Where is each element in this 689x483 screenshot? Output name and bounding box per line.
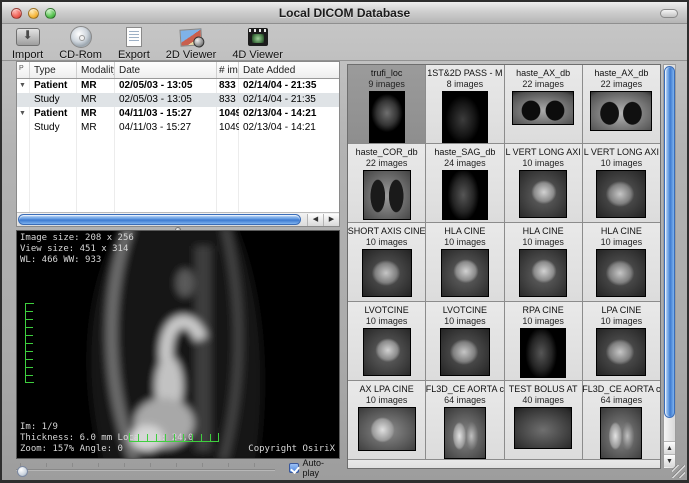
export-icon — [121, 26, 147, 48]
scroll-left-arrow-icon[interactable]: ◀ — [307, 214, 323, 226]
series-vertical-scrollbar[interactable]: ▲ ▼ — [663, 64, 676, 469]
disclosure-triangle-icon[interactable]: ▼ — [17, 107, 30, 121]
series-cell[interactable]: LVOTCINE 10 images — [426, 302, 503, 380]
series-cell[interactable]: haste_AX_db 22 images — [583, 65, 660, 143]
copyright-label: Copyright OsiriX — [248, 444, 335, 455]
toolbar: Import CD-Rom Export 2D Viewer 4D Viewer — [2, 24, 687, 60]
series-thumbnail — [358, 407, 416, 451]
series-cell[interactable]: HLA CINE 10 images — [583, 223, 660, 301]
series-thumbnail — [596, 328, 646, 376]
series-cell[interactable]: AX LPA CINE 10 images — [348, 381, 425, 459]
series-cell[interactable]: TEST BOLUS AT 40 images — [505, 381, 582, 459]
export-button[interactable]: Export — [118, 26, 150, 61]
series-cell[interactable]: haste_AX_db 22 images — [505, 65, 582, 143]
disclosure-triangle-icon[interactable]: ▼ — [17, 79, 30, 93]
table-header[interactable]: P Type Modality Date # im Date Added — [17, 62, 339, 79]
2d-viewer-button[interactable]: 2D Viewer — [166, 26, 217, 61]
series-thumbnail — [444, 407, 486, 459]
toolbar-toggle-pill[interactable] — [660, 9, 678, 18]
local-dicom-database-window: Local DICOM Database Import CD-Rom Expor… — [0, 0, 689, 483]
col-date-added[interactable]: Date Added — [239, 62, 339, 78]
titlebar[interactable]: Local DICOM Database — [2, 2, 687, 24]
slider-ticks — [20, 463, 271, 467]
series-thumbnail — [519, 249, 567, 297]
cdrom-button[interactable]: CD-Rom — [59, 26, 102, 61]
col-im[interactable]: # im — [217, 62, 239, 78]
col-modality[interactable]: Modality — [77, 62, 115, 78]
slider-thumb[interactable] — [17, 466, 28, 477]
playback-row: Auto-play — [16, 460, 340, 476]
preview-viewer[interactable]: Image size: 208 x 256 View size: 451 x 3… — [16, 230, 340, 459]
table-horizontal-scrollbar[interactable]: ◀ ▶ — [17, 212, 339, 226]
series-thumbnail — [363, 170, 411, 220]
series-cell[interactable]: L VERT LONG AXI 10 images — [505, 144, 582, 222]
series-cell[interactable]: SHORT AXIS CINE 10 images — [348, 223, 425, 301]
series-thumbnail — [363, 328, 411, 376]
scrollbar-thumb[interactable] — [664, 66, 675, 418]
table-row[interactable]: Study MR 02/05/03 - 13:05 833 02/14/04 -… — [17, 93, 339, 107]
series-thumbnail — [362, 249, 412, 297]
horizontal-scale-ruler — [129, 434, 219, 442]
series-cell[interactable]: haste_SAG_db 24 images — [426, 144, 503, 222]
series-thumbnail — [590, 91, 652, 131]
import-button[interactable]: Import — [12, 26, 43, 61]
frame-slider[interactable] — [16, 461, 275, 475]
slider-track[interactable] — [16, 469, 275, 471]
series-cell[interactable]: HLA CINE 10 images — [426, 223, 503, 301]
series-thumbnail — [440, 328, 490, 376]
series-thumbnail — [441, 249, 489, 297]
series-cell[interactable]: LVOTCINE 10 images — [348, 302, 425, 380]
series-thumbnail — [369, 91, 405, 143]
col-p[interactable]: P — [17, 62, 30, 78]
series-matrix: trufi_loc 9 images 1ST&2D PASS - M 8 ima… — [347, 64, 661, 469]
series-cell[interactable]: RPA CINE 10 images — [505, 302, 582, 380]
col-type[interactable]: Type — [30, 62, 77, 78]
table-row[interactable]: ▼ Patient MR 02/05/03 - 13:05 833 02/14/… — [17, 79, 339, 93]
scroll-up-arrow-icon[interactable]: ▲ — [664, 441, 675, 454]
vertical-scale-ruler — [25, 303, 33, 383]
series-cell[interactable]: haste_COR_db 22 images — [348, 144, 425, 222]
4d-viewer-icon — [245, 26, 271, 48]
import-icon — [15, 26, 41, 48]
table-row[interactable]: ▼ Patient MR 04/11/03 - 15:27 1049 02/13… — [17, 107, 339, 121]
autoplay-label: Auto-play — [303, 458, 340, 478]
4d-viewer-button[interactable]: 4D Viewer — [232, 26, 283, 61]
grid-filler-row — [348, 460, 660, 469]
series-thumbnail — [596, 170, 646, 218]
cdrom-icon — [68, 26, 94, 48]
table-row[interactable]: Study MR 04/11/03 - 15:27 1049 02/13/04 … — [17, 121, 339, 135]
scroll-right-arrow-icon[interactable]: ▶ — [323, 214, 339, 226]
series-thumbnail — [512, 91, 574, 125]
series-thumbnail — [596, 249, 646, 297]
series-thumbnail — [519, 170, 567, 218]
2d-viewer-icon — [178, 26, 204, 48]
table-body: ▼ Patient MR 02/05/03 - 13:05 833 02/14/… — [17, 79, 339, 212]
series-cell[interactable]: trufi_loc 9 images — [348, 65, 425, 143]
col-date[interactable]: Date — [115, 62, 217, 78]
series-cell[interactable]: FL3D_CE AORTA c 64 images — [426, 381, 503, 459]
series-cell[interactable]: LPA CINE 10 images — [583, 302, 660, 380]
series-thumbnail — [442, 170, 488, 220]
window-resize-grip[interactable] — [672, 465, 685, 478]
series-thumbnail — [520, 328, 566, 378]
series-thumbnail — [600, 407, 642, 459]
scrollbar-thumb[interactable] — [18, 214, 301, 225]
series-thumbnail — [442, 91, 488, 143]
series-cell[interactable]: HLA CINE 10 images — [505, 223, 582, 301]
study-table: P Type Modality Date # im Date Added ▼ P… — [16, 61, 340, 227]
series-cell[interactable]: FL3D_CE AORTA c 64 images — [583, 381, 660, 459]
series-cell[interactable]: 1ST&2D PASS - M 8 images — [426, 65, 503, 143]
viewer-overlay-top: Image size: 208 x 256 View size: 451 x 3… — [20, 233, 134, 266]
autoplay-checkbox[interactable] — [289, 463, 299, 473]
series-cell[interactable]: L VERT LONG AXI 10 images — [583, 144, 660, 222]
autoplay-control[interactable]: Auto-play — [289, 458, 340, 478]
window-title: Local DICOM Database — [2, 6, 687, 20]
series-thumbnail — [514, 407, 572, 449]
